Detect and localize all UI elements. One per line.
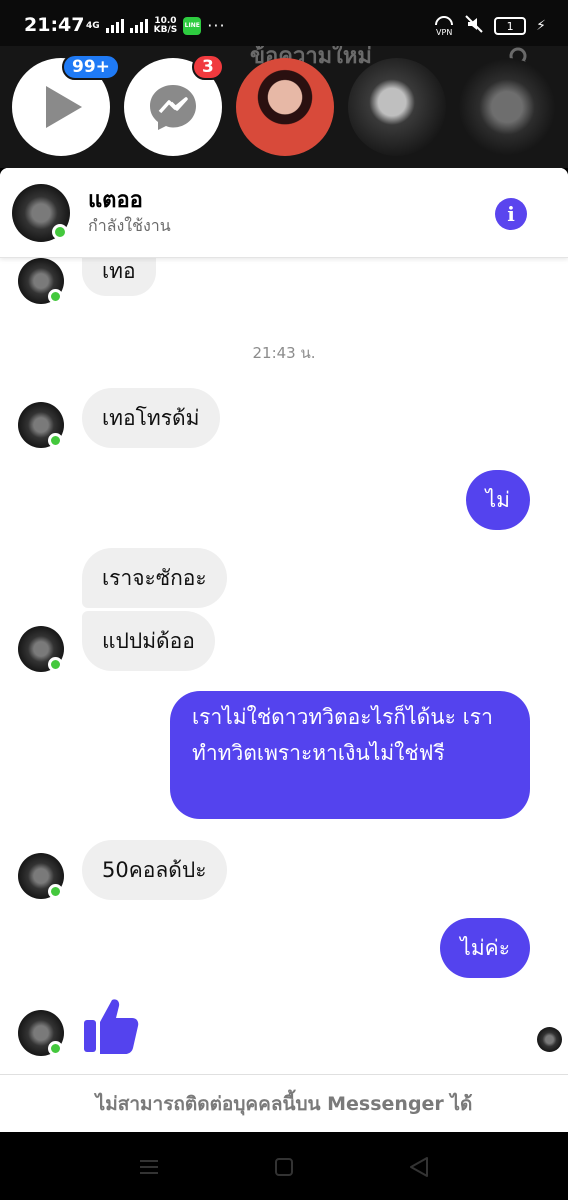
message-bubble-outgoing[interactable]: ไม่ค่ะ — [440, 918, 530, 978]
cannot-contact-notice: ไม่สามารถติดต่อบุคคลนี้บน Messenger ได้ — [0, 1074, 568, 1132]
more-notifications-icon: ··· — [207, 16, 226, 35]
conversation-sheet: แตออ กำลังใช้งาน i เทอ 21:43 น. เทอโทรด้… — [0, 168, 568, 1132]
message-bubble-outgoing[interactable]: ไม่ — [465, 470, 530, 530]
home-nav-button[interactable] — [269, 1152, 299, 1182]
chat-head-hoodie[interactable] — [348, 58, 446, 156]
chat-head-messenger[interactable]: 3 — [124, 54, 224, 156]
info-button[interactable]: i — [495, 198, 527, 230]
status-left-icons: 4G 10.0 KB/S LINE ··· — [86, 16, 226, 35]
info-icon: i — [507, 202, 515, 226]
mute-icon — [464, 14, 484, 38]
message-bubble-incoming[interactable]: เราจะซักอะ — [82, 548, 227, 608]
chat-head-active[interactable] — [458, 58, 556, 156]
signal-icon-2 — [129, 18, 148, 33]
thumbs-up-sticker[interactable]: 👍 — [82, 996, 140, 1056]
line-app-icon: LINE — [183, 16, 202, 35]
online-indicator — [48, 433, 63, 448]
contact-photo — [236, 58, 334, 156]
contact-photo — [458, 58, 556, 156]
status-time: 21:47 — [24, 14, 85, 36]
online-indicator — [48, 1041, 63, 1056]
back-nav-button[interactable] — [404, 1152, 434, 1182]
navigation-bar — [0, 1132, 568, 1200]
contact-name[interactable]: แตออ — [88, 182, 143, 217]
online-indicator — [48, 657, 63, 672]
message-bubble-incoming[interactable]: เทอโทรด้ม่ — [82, 388, 220, 448]
conversation-header: แตออ กำลังใช้งาน i — [0, 168, 568, 258]
message-bubble-incoming[interactable]: แปปม่ด้ออ — [82, 611, 215, 671]
menu-icon — [140, 1160, 158, 1174]
contact-photo — [348, 58, 446, 156]
home-icon — [275, 1158, 293, 1176]
speed-unit: KB/S — [153, 24, 178, 35]
timestamp: 21:43 น. — [252, 344, 316, 362]
chat-heads-strip: ข้อความใหม่ 99+ 3 — [0, 46, 568, 168]
online-indicator — [52, 224, 68, 240]
seen-indicator-avatar — [537, 1027, 562, 1052]
network-type: 4G — [86, 20, 100, 31]
thumbs-up-icon — [84, 999, 139, 1054]
vpn-label: VPN — [436, 27, 453, 37]
message-bubble-outgoing[interactable]: เราไม่ใช่ดาวทวิตอะไรก็ได้นะ เราทำทวิตเพร… — [170, 691, 530, 819]
back-icon — [410, 1157, 428, 1177]
signal-icon — [105, 18, 124, 33]
status-right-icons: VPN 1 ⚡ — [434, 14, 546, 38]
menu-nav-button[interactable] — [134, 1152, 164, 1182]
online-indicator — [48, 289, 63, 304]
battery-icon: 1 — [494, 17, 527, 35]
unread-badge: 3 — [192, 54, 224, 80]
unread-badge: 99+ — [62, 54, 120, 80]
chat-head-girl[interactable] — [236, 58, 334, 156]
status-bar: 21:47 4G 10.0 KB/S LINE ··· VPN 1 ⚡ — [0, 0, 568, 46]
vpn-icon: VPN — [434, 15, 454, 37]
network-speed: 10.0 KB/S — [153, 16, 178, 35]
contact-status: กำลังใช้งาน — [88, 216, 171, 235]
message-bubble-incoming[interactable]: 50คอลด้ปะ — [82, 840, 227, 900]
charging-icon: ⚡ — [536, 18, 546, 34]
chat-head-video[interactable]: 99+ — [12, 54, 120, 156]
online-indicator — [48, 884, 63, 899]
